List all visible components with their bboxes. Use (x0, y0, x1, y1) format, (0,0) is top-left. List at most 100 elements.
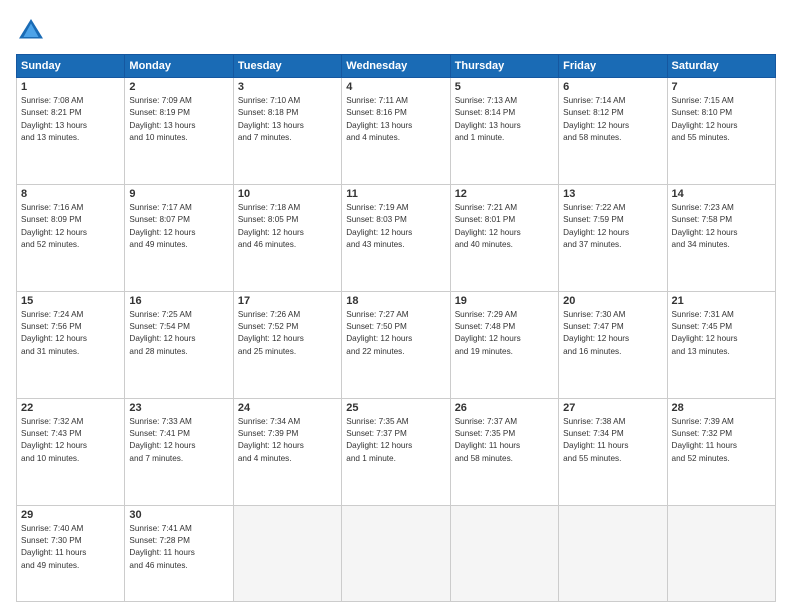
col-header-sunday: Sunday (17, 55, 125, 78)
calendar-cell: 12 Sunrise: 7:21 AMSunset: 8:01 PMDayligh… (450, 184, 558, 291)
calendar-cell: 22 Sunrise: 7:32 AMSunset: 7:43 PMDayligh… (17, 398, 125, 505)
day-info: Sunrise: 7:30 AMSunset: 7:47 PMDaylight:… (563, 309, 662, 358)
calendar-cell: 6Sunrise: 7:14 AMSunset: 8:12 PMDaylight… (559, 78, 667, 185)
calendar-cell: 11 Sunrise: 7:19 AMSunset: 8:03 PMDayligh… (342, 184, 450, 291)
day-info: Sunrise: 7:24 AMSunset: 7:56 PMDaylight:… (21, 309, 120, 358)
day-info: Sunrise: 7:09 AMSunset: 8:19 PMDaylight:… (129, 95, 228, 144)
day-info: Sunrise: 7:18 AMSunset: 8:05 PMDaylight:… (238, 202, 337, 251)
day-info: Sunrise: 7:14 AMSunset: 8:12 PMDaylight:… (563, 95, 662, 144)
day-number: 9 (129, 188, 228, 200)
day-info: Sunrise: 7:17 AMSunset: 8:07 PMDaylight:… (129, 202, 228, 251)
header (16, 16, 776, 46)
calendar-cell: 24 Sunrise: 7:34 AMSunset: 7:39 PMDayligh… (233, 398, 341, 505)
day-number: 20 (563, 295, 662, 307)
col-header-thursday: Thursday (450, 55, 558, 78)
calendar-cell: 16 Sunrise: 7:25 AMSunset: 7:54 PMDayligh… (125, 291, 233, 398)
day-number: 4 (346, 81, 445, 93)
day-info: Sunrise: 7:10 AMSunset: 8:18 PMDaylight:… (238, 95, 337, 144)
calendar-cell: 29 Sunrise: 7:40 AMSunset: 7:30 PMDayligh… (17, 505, 125, 601)
page: SundayMondayTuesdayWednesdayThursdayFrid… (0, 0, 792, 612)
day-number: 1 (21, 81, 120, 93)
day-info: Sunrise: 7:11 AMSunset: 8:16 PMDaylight:… (346, 95, 445, 144)
day-number: 24 (238, 402, 337, 414)
day-info: Sunrise: 7:41 AMSunset: 7:28 PMDaylight:… (129, 523, 228, 572)
col-header-saturday: Saturday (667, 55, 775, 78)
calendar-cell (450, 505, 558, 601)
day-number: 22 (21, 402, 120, 414)
day-info: Sunrise: 7:39 AMSunset: 7:32 PMDaylight:… (672, 416, 771, 465)
calendar-cell: 4 Sunrise: 7:11 AMSunset: 8:16 PMDaylight… (342, 78, 450, 185)
day-number: 17 (238, 295, 337, 307)
day-info: Sunrise: 7:38 AMSunset: 7:34 PMDaylight:… (563, 416, 662, 465)
day-info: Sunrise: 7:40 AMSunset: 7:30 PMDaylight:… (21, 523, 120, 572)
day-info: Sunrise: 7:22 AMSunset: 7:59 PMDaylight:… (563, 202, 662, 251)
day-number: 28 (672, 402, 771, 414)
calendar-cell: 21 Sunrise: 7:31 AMSunset: 7:45 PMDayligh… (667, 291, 775, 398)
day-number: 27 (563, 402, 662, 414)
day-info: Sunrise: 7:16 AMSunset: 8:09 PMDaylight:… (21, 202, 120, 251)
calendar-cell: 1 Sunrise: 7:08 AMSunset: 8:21 PMDaylight… (17, 78, 125, 185)
day-info: Sunrise: 7:35 AMSunset: 7:37 PMDaylight:… (346, 416, 445, 465)
calendar-cell: 19 Sunrise: 7:29 AMSunset: 7:48 PMDayligh… (450, 291, 558, 398)
day-number: 15 (21, 295, 120, 307)
day-number: 5 (455, 81, 554, 93)
day-number: 23 (129, 402, 228, 414)
day-info: Sunrise: 7:29 AMSunset: 7:48 PMDaylight:… (455, 309, 554, 358)
day-number: 25 (346, 402, 445, 414)
day-number: 2 (129, 81, 228, 93)
calendar-cell: 8 Sunrise: 7:16 AMSunset: 8:09 PMDaylight… (17, 184, 125, 291)
calendar-cell: 7Sunrise: 7:15 AMSunset: 8:10 PMDaylight… (667, 78, 775, 185)
col-header-tuesday: Tuesday (233, 55, 341, 78)
calendar-table: SundayMondayTuesdayWednesdayThursdayFrid… (16, 54, 776, 602)
calendar-cell: 28 Sunrise: 7:39 AMSunset: 7:32 PMDayligh… (667, 398, 775, 505)
day-info: Sunrise: 7:34 AMSunset: 7:39 PMDaylight:… (238, 416, 337, 465)
calendar-cell: 25 Sunrise: 7:35 AMSunset: 7:37 PMDayligh… (342, 398, 450, 505)
calendar-cell: 10 Sunrise: 7:18 AMSunset: 8:05 PMDayligh… (233, 184, 341, 291)
calendar-cell (667, 505, 775, 601)
calendar-cell (342, 505, 450, 601)
day-number: 12 (455, 188, 554, 200)
day-number: 21 (672, 295, 771, 307)
logo (16, 16, 50, 46)
calendar-cell: 9 Sunrise: 7:17 AMSunset: 8:07 PMDaylight… (125, 184, 233, 291)
day-info: Sunrise: 7:33 AMSunset: 7:41 PMDaylight:… (129, 416, 228, 465)
calendar-cell: 17 Sunrise: 7:26 AMSunset: 7:52 PMDayligh… (233, 291, 341, 398)
day-info: Sunrise: 7:21 AMSunset: 8:01 PMDaylight:… (455, 202, 554, 251)
calendar-cell: 15 Sunrise: 7:24 AMSunset: 7:56 PMDayligh… (17, 291, 125, 398)
calendar-cell (233, 505, 341, 601)
calendar-cell: 27 Sunrise: 7:38 AMSunset: 7:34 PMDayligh… (559, 398, 667, 505)
day-number: 19 (455, 295, 554, 307)
col-header-monday: Monday (125, 55, 233, 78)
day-number: 7 (672, 81, 771, 93)
calendar-cell: 26Sunrise: 7:37 AMSunset: 7:35 PMDayligh… (450, 398, 558, 505)
day-number: 16 (129, 295, 228, 307)
day-info: Sunrise: 7:08 AMSunset: 8:21 PMDaylight:… (21, 95, 120, 144)
logo-icon (16, 16, 46, 46)
day-number: 10 (238, 188, 337, 200)
day-info: Sunrise: 7:19 AMSunset: 8:03 PMDaylight:… (346, 202, 445, 251)
day-number: 13 (563, 188, 662, 200)
day-info: Sunrise: 7:26 AMSunset: 7:52 PMDaylight:… (238, 309, 337, 358)
day-number: 14 (672, 188, 771, 200)
calendar-cell: 30 Sunrise: 7:41 AMSunset: 7:28 PMDayligh… (125, 505, 233, 601)
day-info: Sunrise: 7:31 AMSunset: 7:45 PMDaylight:… (672, 309, 771, 358)
day-info: Sunrise: 7:32 AMSunset: 7:43 PMDaylight:… (21, 416, 120, 465)
col-header-wednesday: Wednesday (342, 55, 450, 78)
day-number: 3 (238, 81, 337, 93)
day-info: Sunrise: 7:25 AMSunset: 7:54 PMDaylight:… (129, 309, 228, 358)
calendar-cell: 14Sunrise: 7:23 AMSunset: 7:58 PMDayligh… (667, 184, 775, 291)
calendar-cell: 23 Sunrise: 7:33 AMSunset: 7:41 PMDayligh… (125, 398, 233, 505)
calendar-cell: 2 Sunrise: 7:09 AMSunset: 8:19 PMDaylight… (125, 78, 233, 185)
day-number: 11 (346, 188, 445, 200)
day-info: Sunrise: 7:13 AMSunset: 8:14 PMDaylight:… (455, 95, 554, 144)
day-number: 29 (21, 509, 120, 521)
day-info: Sunrise: 7:37 AMSunset: 7:35 PMDaylight:… (455, 416, 554, 465)
day-number: 30 (129, 509, 228, 521)
calendar-cell: 13 Sunrise: 7:22 AMSunset: 7:59 PMDayligh… (559, 184, 667, 291)
calendar-cell: 3 Sunrise: 7:10 AMSunset: 8:18 PMDaylight… (233, 78, 341, 185)
day-info: Sunrise: 7:27 AMSunset: 7:50 PMDaylight:… (346, 309, 445, 358)
calendar-cell (559, 505, 667, 601)
calendar-cell: 5 Sunrise: 7:13 AMSunset: 8:14 PMDaylight… (450, 78, 558, 185)
col-header-friday: Friday (559, 55, 667, 78)
day-number: 8 (21, 188, 120, 200)
